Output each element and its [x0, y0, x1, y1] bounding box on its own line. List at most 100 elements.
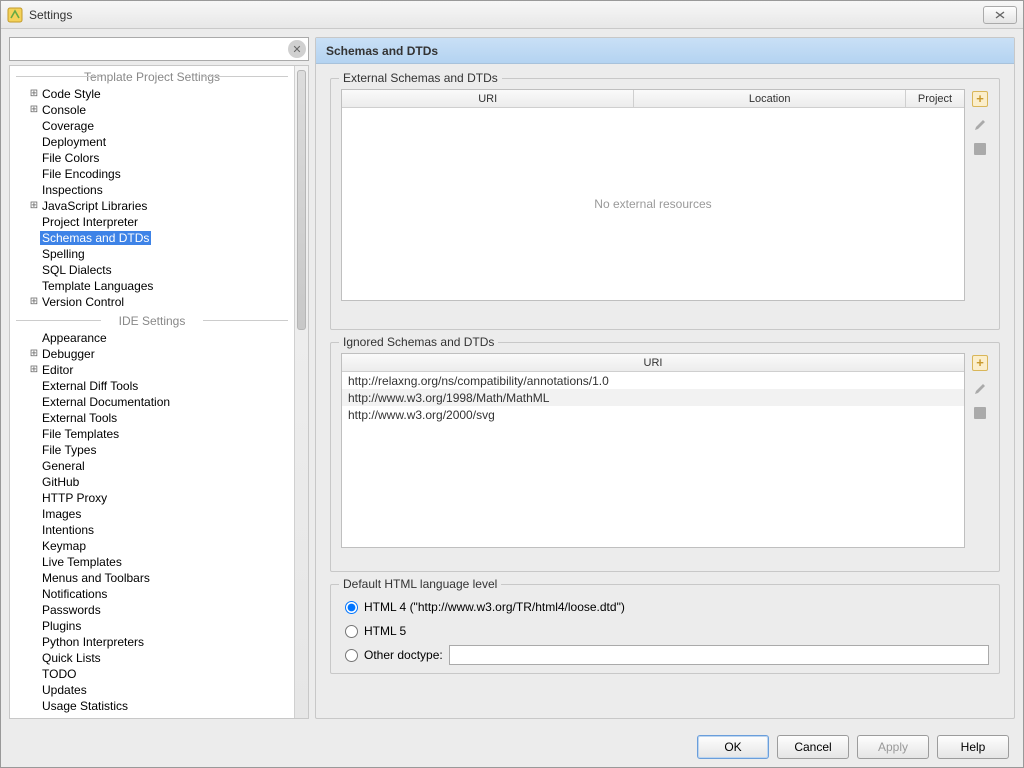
other-doctype-input[interactable] — [449, 645, 989, 665]
ignored-edit-button[interactable] — [972, 381, 988, 397]
ignored-remove-button[interactable] — [974, 407, 986, 419]
tree-item-label: GitHub — [40, 475, 81, 489]
tree-item-label: File Types — [40, 443, 98, 457]
panel-title: Schemas and DTDs — [316, 38, 1014, 64]
tree-item[interactable]: ·HTTP Proxy — [10, 490, 294, 506]
tree-item-label: Images — [40, 507, 83, 521]
tree-item[interactable]: ⊞Console — [10, 102, 294, 118]
ok-button[interactable]: OK — [697, 735, 769, 759]
col-ignored-uri[interactable]: URI — [342, 354, 964, 371]
tree-item-label: SQL Dialects — [40, 263, 114, 277]
help-button[interactable]: Help — [937, 735, 1009, 759]
tree-item-label: TODO — [40, 667, 78, 681]
dialog-footer: OK Cancel Apply Help — [1, 727, 1023, 767]
ignored-row[interactable]: http://www.w3.org/2000/svg — [342, 406, 964, 423]
tree-item[interactable]: ·SQL Dialects — [10, 262, 294, 278]
search-clear-button[interactable]: ✕ — [288, 40, 306, 58]
ignored-row[interactable]: http://www.w3.org/1998/Math/MathML — [342, 389, 964, 406]
other-doctype-radio[interactable] — [345, 649, 358, 662]
expand-icon[interactable]: ⊞ — [28, 89, 40, 99]
tree-item-label: General — [40, 459, 87, 473]
tree-item[interactable]: ·File Colors — [10, 150, 294, 166]
tree-item-label: External Documentation — [40, 395, 172, 409]
tree-item[interactable]: ·General — [10, 458, 294, 474]
tree-item[interactable]: ·File Encodings — [10, 166, 294, 182]
tree-item[interactable]: ·Keymap — [10, 538, 294, 554]
tree-item[interactable]: ·External Tools — [10, 410, 294, 426]
tree-item[interactable]: ⊞Code Style — [10, 86, 294, 102]
tree-item-label: Passwords — [40, 603, 103, 617]
tree-item[interactable]: ⊞JavaScript Libraries — [10, 198, 294, 214]
tree-item-label: Schemas and DTDs — [40, 231, 151, 245]
tree-item-label: Project Interpreter — [40, 215, 140, 229]
tree-item[interactable]: ⊞Debugger — [10, 346, 294, 362]
apply-button[interactable]: Apply — [857, 735, 929, 759]
settings-window: Settings ✕ Template Project Settings⊞Cod… — [0, 0, 1024, 768]
expand-icon[interactable]: ⊞ — [28, 297, 40, 307]
tree-item[interactable]: ·Spelling — [10, 246, 294, 262]
tree-item[interactable]: ·Appearance — [10, 330, 294, 346]
tree-item-label: Plugins — [40, 619, 83, 633]
html5-radio[interactable] — [345, 625, 358, 638]
external-edit-button[interactable] — [972, 117, 988, 133]
tree-item[interactable]: ·Usage Statistics — [10, 698, 294, 714]
tree-item[interactable]: ·Project Interpreter — [10, 214, 294, 230]
tree-item[interactable]: ·Passwords — [10, 602, 294, 618]
tree-item[interactable]: ⊞Version Control — [10, 294, 294, 310]
tree-item-label: Keymap — [40, 539, 88, 553]
tree-item-label: Version Control — [40, 295, 126, 309]
tree-item[interactable]: ·Intentions — [10, 522, 294, 538]
tree-item[interactable]: ·File Types — [10, 442, 294, 458]
tree-item-label: Console — [40, 103, 88, 117]
ignored-add-button[interactable]: + — [972, 355, 988, 371]
tree-item-label: Appearance — [40, 331, 109, 345]
tree-item[interactable]: ·Live Templates — [10, 554, 294, 570]
tree-scrollbar[interactable] — [294, 66, 308, 718]
tree-item[interactable]: ⊞Editor — [10, 362, 294, 378]
tree-item[interactable]: ·External Documentation — [10, 394, 294, 410]
tree-item[interactable]: ·External Diff Tools — [10, 378, 294, 394]
search-input[interactable] — [9, 37, 309, 61]
expand-icon[interactable]: ⊞ — [28, 365, 40, 375]
ignored-schemas-table[interactable]: URI http://relaxng.org/ns/compatibility/… — [341, 353, 965, 548]
tree-item-label: File Encodings — [40, 167, 123, 181]
tree-item-label: Spelling — [40, 247, 87, 261]
tree-item-label: Template Languages — [40, 279, 155, 293]
external-remove-button[interactable] — [974, 143, 986, 155]
tree-item[interactable]: ·Template Languages — [10, 278, 294, 294]
tree-item[interactable]: ·Quick Lists — [10, 650, 294, 666]
tree-item[interactable]: ·File Templates — [10, 426, 294, 442]
tree-item[interactable]: ·Notifications — [10, 586, 294, 602]
external-schemas-fieldset: External Schemas and DTDs URI Location P… — [330, 78, 1000, 330]
expand-icon[interactable]: ⊞ — [28, 349, 40, 359]
col-location[interactable]: Location — [634, 90, 906, 107]
window-close-button[interactable] — [983, 6, 1017, 24]
tree-item[interactable]: ·Menus and Toolbars — [10, 570, 294, 586]
tree-item-label: JavaScript Libraries — [40, 199, 149, 213]
external-schemas-table[interactable]: URI Location Project No external resourc… — [341, 89, 965, 301]
tree-item-label: File Templates — [40, 427, 121, 441]
tree-item-label: Editor — [40, 363, 75, 377]
ignored-row[interactable]: http://relaxng.org/ns/compatibility/anno… — [342, 372, 964, 389]
html4-radio[interactable] — [345, 601, 358, 614]
col-uri[interactable]: URI — [342, 90, 634, 107]
tree-item[interactable]: ·Updates — [10, 682, 294, 698]
cancel-button[interactable]: Cancel — [777, 735, 849, 759]
ignored-schemas-fieldset: Ignored Schemas and DTDs URI http://rela… — [330, 342, 1000, 572]
tree-item[interactable]: ·Coverage — [10, 118, 294, 134]
tree-item[interactable]: ·Plugins — [10, 618, 294, 634]
tree-item[interactable]: ·Deployment — [10, 134, 294, 150]
tree-item-label: Deployment — [40, 135, 108, 149]
default-language-level-fieldset: Default HTML language level HTML 4 ("htt… — [330, 584, 1000, 674]
expand-icon[interactable]: ⊞ — [28, 201, 40, 211]
settings-tree[interactable]: Template Project Settings⊞Code Style⊞Con… — [10, 66, 294, 718]
tree-item[interactable]: ·Python Interpreters — [10, 634, 294, 650]
tree-item[interactable]: ·Images — [10, 506, 294, 522]
tree-item[interactable]: ·Schemas and DTDs — [10, 230, 294, 246]
tree-item[interactable]: ·GitHub — [10, 474, 294, 490]
expand-icon[interactable]: ⊞ — [28, 105, 40, 115]
tree-item[interactable]: ·TODO — [10, 666, 294, 682]
external-add-button[interactable]: + — [972, 91, 988, 107]
col-project[interactable]: Project — [906, 90, 964, 107]
tree-item[interactable]: ·Inspections — [10, 182, 294, 198]
